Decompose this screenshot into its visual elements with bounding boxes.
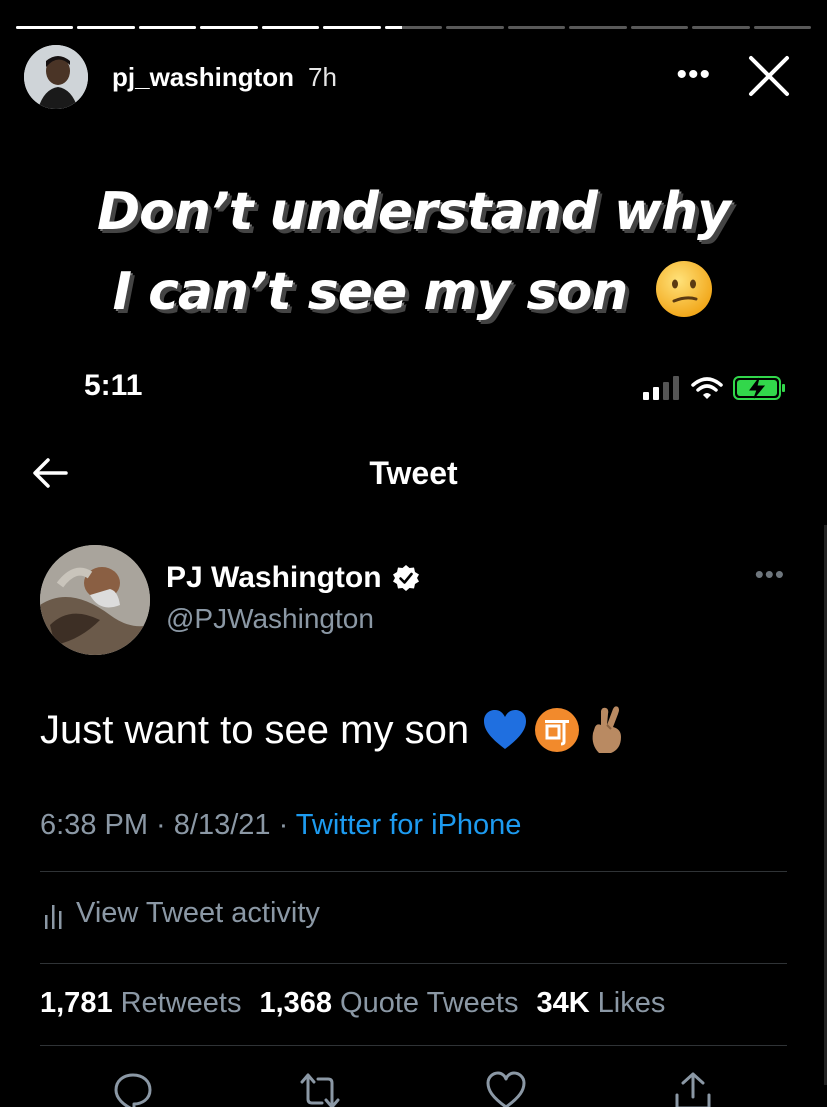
bar-chart-icon (45, 904, 62, 929)
quote-tweets-stat[interactable]: 1,368 Quote Tweets (259, 987, 518, 1020)
story-progress-segment (507, 26, 566, 29)
reply-icon[interactable] (113, 1071, 153, 1107)
tweet-meta: 6:38 PM · 8/13/21 · Twitter for iPhone (40, 809, 521, 842)
wifi-icon (691, 377, 723, 399)
likes-stat[interactable]: 34K Likes (536, 987, 665, 1020)
story-progress-segment (753, 26, 812, 29)
divider (40, 963, 787, 964)
story-header: pj_washington 7h ••• (24, 44, 811, 110)
tweet-stats: 1,781 Retweets 1,368 Quote Tweets 34K Li… (40, 987, 665, 1020)
tweet-actions (0, 1071, 827, 1107)
tweet-text: Just want to see my son (40, 707, 470, 752)
status-icons (643, 375, 787, 401)
battery-charging-icon (733, 376, 785, 400)
tweet-screenshot: 5:11 Tweet PJ Washington @PJWashington •… (0, 345, 827, 1107)
story-more-icon[interactable]: ••• (676, 58, 711, 92)
story-progress-segment (200, 26, 258, 29)
story-caption: Don’t understand why I can’t see my son (0, 172, 827, 332)
blue-heart-icon (484, 710, 527, 749)
signal-icon (643, 376, 679, 400)
tweet-source-link[interactable]: Twitter for iPhone (296, 809, 522, 841)
likes-count: 34K (536, 987, 590, 1019)
divider (40, 1045, 787, 1046)
story-progress-fill (323, 26, 381, 29)
verified-badge-icon (392, 565, 419, 591)
story-progress-segment (384, 26, 443, 29)
quote-tweets-count: 1,368 (259, 987, 333, 1019)
view-tweet-activity-button[interactable]: View Tweet activity (44, 897, 320, 930)
story-progress-fill (200, 26, 258, 29)
status-time: 5:11 (84, 369, 143, 402)
story-progress-segment (446, 26, 504, 29)
retweets-count: 1,781 (40, 987, 113, 1019)
likes-label: Likes (597, 987, 666, 1019)
quote-tweets-label: Quote Tweets (340, 987, 519, 1019)
story-progress-segment (323, 26, 381, 29)
story-progress-segment (692, 26, 750, 29)
confused-face-icon (656, 261, 713, 317)
tweet-more-icon[interactable]: ••• (755, 559, 785, 590)
close-icon[interactable] (747, 54, 791, 98)
tweet-timestamp: 6:38 PM · 8/13/21 · (40, 809, 296, 841)
share-icon[interactable] (673, 1071, 713, 1107)
tweet-body: Just want to see my son (40, 705, 627, 755)
story-progress-segment (261, 26, 320, 29)
tweet-emojis (483, 705, 627, 755)
author-handle[interactable]: @PJWashington (166, 603, 374, 635)
author-avatar[interactable] (40, 545, 150, 655)
caption-line-2: I can’t see my son (112, 262, 629, 322)
accept-ideograph-icon (535, 708, 580, 752)
page-title: Tweet (369, 455, 458, 491)
story-username[interactable]: pj_washington (112, 62, 294, 93)
retweet-icon[interactable] (300, 1071, 340, 1107)
story-progress-segment (569, 26, 627, 29)
story-progress-fill (77, 26, 135, 29)
story-progress-fill (138, 26, 197, 29)
caption-line-1: Don’t understand why (97, 182, 731, 242)
story-progress-segment (630, 26, 689, 29)
story-progress-segment (16, 26, 74, 29)
view-tweet-activity-label: View Tweet activity (76, 897, 320, 929)
author-name[interactable]: PJ Washington (166, 561, 382, 595)
author-name-row: PJ Washington (166, 561, 420, 595)
story-progress-fill (261, 26, 320, 29)
story-progress-bar (16, 26, 812, 29)
story-time-ago: 7h (308, 61, 337, 92)
story-progress-fill (16, 26, 74, 29)
story-progress-segment (138, 26, 197, 29)
like-icon[interactable] (486, 1071, 526, 1107)
divider (40, 871, 787, 872)
story-avatar[interactable] (24, 45, 88, 109)
retweets-stat[interactable]: 1,781 Retweets (40, 987, 241, 1020)
crossed-fingers-icon (592, 706, 622, 753)
story-progress-segment (77, 26, 135, 29)
caption-line-2-wrap: I can’t see my son (0, 252, 827, 332)
retweets-label: Retweets (120, 987, 242, 1019)
story-progress-fill (384, 26, 403, 29)
